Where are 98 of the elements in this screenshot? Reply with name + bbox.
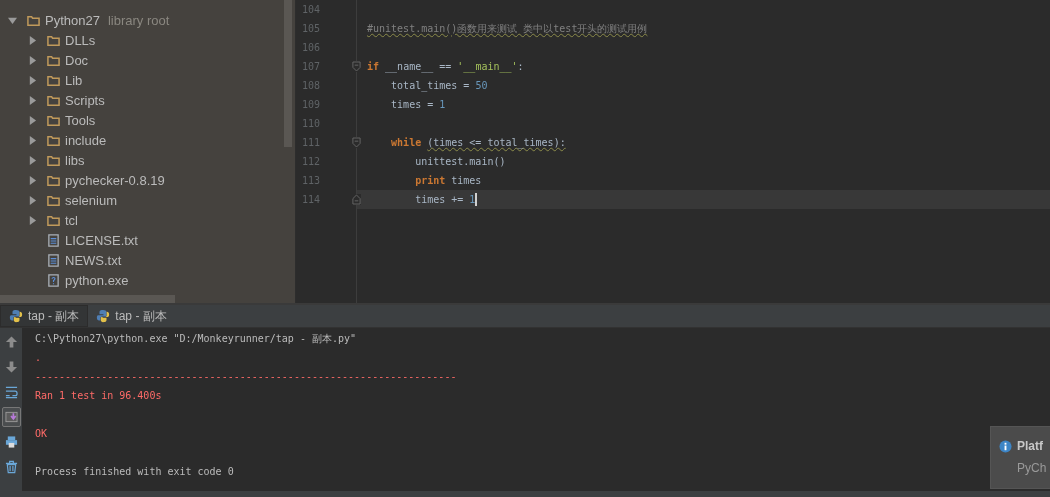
tree-item-label: Lib	[65, 72, 83, 88]
line-number: 109	[300, 99, 320, 110]
tree-item[interactable]: Doc	[0, 50, 295, 70]
code-line: unittest.main()	[415, 156, 506, 167]
scroll-to-end-button[interactable]	[1, 407, 21, 427]
line-number: 105	[300, 23, 320, 34]
line-number: 104	[300, 4, 320, 15]
folder-icon	[47, 33, 60, 47]
tree-item-label: DLLs	[65, 32, 96, 48]
code-line: times = 1	[391, 99, 446, 110]
tree-item-label: selenium	[65, 192, 118, 208]
expand-arrow-icon[interactable]	[28, 75, 37, 85]
soft-wrap-icon	[4, 385, 18, 399]
tree-item[interactable]: selenium	[0, 190, 295, 210]
console-line: .	[35, 351, 42, 365]
folder-icon	[47, 53, 60, 67]
tree-item-label: Python27	[45, 12, 100, 28]
folder-icon	[47, 133, 60, 147]
line-number: 107	[300, 61, 320, 72]
code-line: total_times = 50	[391, 80, 488, 91]
tree-item-label: Doc	[65, 52, 89, 68]
tree-item-label: LICENSE.txt	[65, 232, 138, 248]
expand-arrow-icon[interactable]	[28, 215, 37, 225]
tree-item-label: python.exe	[65, 272, 129, 288]
folder-icon	[47, 173, 60, 187]
scrollbar[interactable]	[0, 295, 175, 303]
tree-item[interactable]: pychecker-0.8.19	[0, 170, 295, 190]
tree-item[interactable]: Lib	[0, 70, 295, 90]
folder-icon	[47, 213, 60, 227]
tree-item[interactable]: include	[0, 130, 295, 150]
text-cursor	[475, 193, 478, 206]
scroll-to-end-icon	[4, 410, 18, 424]
tree-item[interactable]: DLLs	[0, 30, 295, 50]
tree-item[interactable]: tcl	[0, 210, 295, 230]
expand-arrow-icon[interactable]	[28, 175, 37, 185]
expand-arrow-icon[interactable]	[28, 55, 37, 65]
folder-icon	[47, 113, 60, 127]
library-root-hint: library root	[107, 12, 170, 28]
line-number: 106	[300, 42, 320, 53]
line-number: 114	[300, 194, 320, 205]
code-line: times += 1	[415, 194, 476, 205]
folder-icon	[47, 193, 60, 207]
line-number: 113	[300, 175, 320, 186]
notification-popup[interactable]: Platf PyCh	[990, 426, 1050, 489]
line-number: 110	[300, 118, 320, 129]
expand-arrow-icon[interactable]	[28, 155, 37, 165]
tree-item[interactable]: NEWS.txt	[0, 250, 295, 270]
tree-item-label: include	[65, 132, 107, 148]
console-line: C:\Python27\python.exe "D:/Monkeyrunner/tap - 副本.py"	[35, 332, 357, 346]
code-line: print times	[415, 175, 482, 186]
console-line: Ran 1 test in 96.400s	[35, 389, 162, 403]
notification-title: Platf	[1017, 439, 1044, 453]
tree-item-label: tcl	[65, 212, 78, 228]
expand-arrow-icon[interactable]	[28, 135, 37, 145]
code-line: if __name__ == '__main__':	[367, 61, 524, 72]
tree-item[interactable]: LICENSE.txt	[0, 230, 295, 250]
text-file-icon	[47, 253, 60, 267]
tree-item[interactable]: libs	[0, 150, 295, 170]
arrow-up-icon	[4, 335, 18, 349]
arrow-down-icon	[4, 360, 18, 374]
expand-arrow-icon[interactable]	[28, 195, 37, 205]
code-line: #unitest.main()函数用来测试 类中以test开头的测试用例	[367, 21, 648, 36]
tree-item-label: pychecker-0.8.19	[65, 172, 165, 188]
line-number: 108	[300, 80, 320, 91]
tree-item[interactable]: Tools	[0, 110, 295, 130]
run-tab[interactable]: tap - 副本	[88, 305, 175, 327]
folder-icon	[47, 73, 60, 87]
folder-icon	[27, 13, 40, 27]
tree-item-label: Scripts	[65, 92, 105, 108]
folder-icon	[47, 93, 60, 107]
printer-icon	[4, 435, 18, 449]
fold-icon[interactable]	[352, 137, 361, 148]
tree-item-label: NEWS.txt	[65, 252, 122, 268]
console-line: OK	[35, 427, 48, 441]
run-tab[interactable]: tap - 副本	[0, 305, 89, 327]
tree-item-label: Tools	[65, 112, 96, 128]
expand-arrow-icon[interactable]	[8, 15, 17, 25]
tree-item[interactable]: python.exe	[0, 270, 295, 290]
python-logo-icon	[96, 309, 111, 323]
notification-text: PyCh	[1017, 461, 1047, 475]
console-line: Process finished with exit code 0	[35, 465, 234, 479]
tree-item[interactable]: Python27 library root	[0, 10, 295, 30]
trash-icon	[4, 460, 18, 474]
python-logo-icon	[9, 309, 23, 323]
unknown-file-icon	[47, 273, 60, 287]
text-file-icon	[47, 233, 60, 247]
fold-icon[interactable]	[352, 61, 361, 72]
console-line: ----------------------------------------------------------------------	[35, 370, 457, 384]
expand-arrow-icon[interactable]	[28, 95, 37, 105]
line-number: 111	[300, 137, 320, 148]
code-line: while (times <= total_times):	[391, 137, 566, 148]
info-icon	[999, 440, 1012, 453]
expand-arrow-icon[interactable]	[28, 35, 37, 45]
tree-item-label: libs	[65, 152, 85, 168]
expand-arrow-icon[interactable]	[28, 115, 37, 125]
line-number: 112	[300, 156, 320, 167]
tree-item[interactable]: Scripts	[0, 90, 295, 110]
folder-icon	[47, 153, 60, 167]
